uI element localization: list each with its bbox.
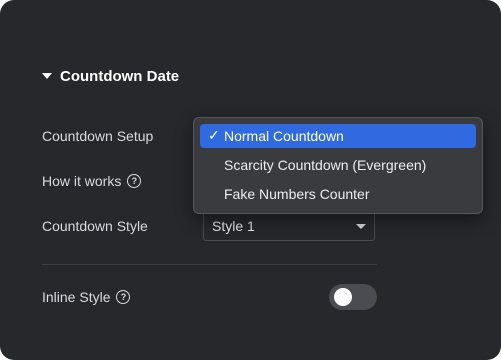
inline-style-label: Inline Style xyxy=(42,289,111,305)
menu-item-fake-numbers-counter[interactable]: Fake Numbers Counter xyxy=(200,182,476,206)
countdown-style-value: Style 1 xyxy=(212,218,255,234)
how-it-works-row: How it works ? xyxy=(42,173,142,189)
how-it-works-label: How it works xyxy=(42,173,122,189)
toggle-knob xyxy=(334,288,352,306)
section-title: Countdown Date xyxy=(60,67,180,85)
question-circle-icon[interactable]: ? xyxy=(127,174,142,188)
countdown-style-label: Countdown Style xyxy=(42,218,148,234)
checkmark-icon: ✓ xyxy=(208,127,220,143)
countdown-setup-label: Countdown Setup xyxy=(42,128,153,144)
countdown-setup-dropdown-menu: ✓ Normal Countdown Scarcity Countdown (E… xyxy=(193,117,483,214)
menu-item-label: Normal Countdown xyxy=(224,128,344,144)
countdown-style-label-text: Countdown Style xyxy=(42,218,148,234)
divider xyxy=(42,264,377,265)
menu-item-label: Fake Numbers Counter xyxy=(224,186,370,202)
menu-item-scarcity-countdown[interactable]: Scarcity Countdown (Evergreen) xyxy=(200,153,476,177)
question-circle-icon[interactable]: ? xyxy=(116,290,131,304)
settings-panel: Countdown Date Countdown Setup How it wo… xyxy=(0,0,501,360)
inline-style-row: Inline Style ? xyxy=(42,289,131,305)
chevron-down-icon xyxy=(356,224,366,229)
caret-down-icon xyxy=(42,73,52,79)
section-header-countdown-date[interactable]: Countdown Date xyxy=(42,66,179,86)
countdown-setup-label-text: Countdown Setup xyxy=(42,128,154,144)
menu-item-label: Scarcity Countdown (Evergreen) xyxy=(224,157,427,173)
inline-style-toggle[interactable] xyxy=(329,284,377,310)
menu-item-normal-countdown[interactable]: ✓ Normal Countdown xyxy=(200,124,476,148)
countdown-style-select[interactable]: Style 1 xyxy=(203,211,375,241)
